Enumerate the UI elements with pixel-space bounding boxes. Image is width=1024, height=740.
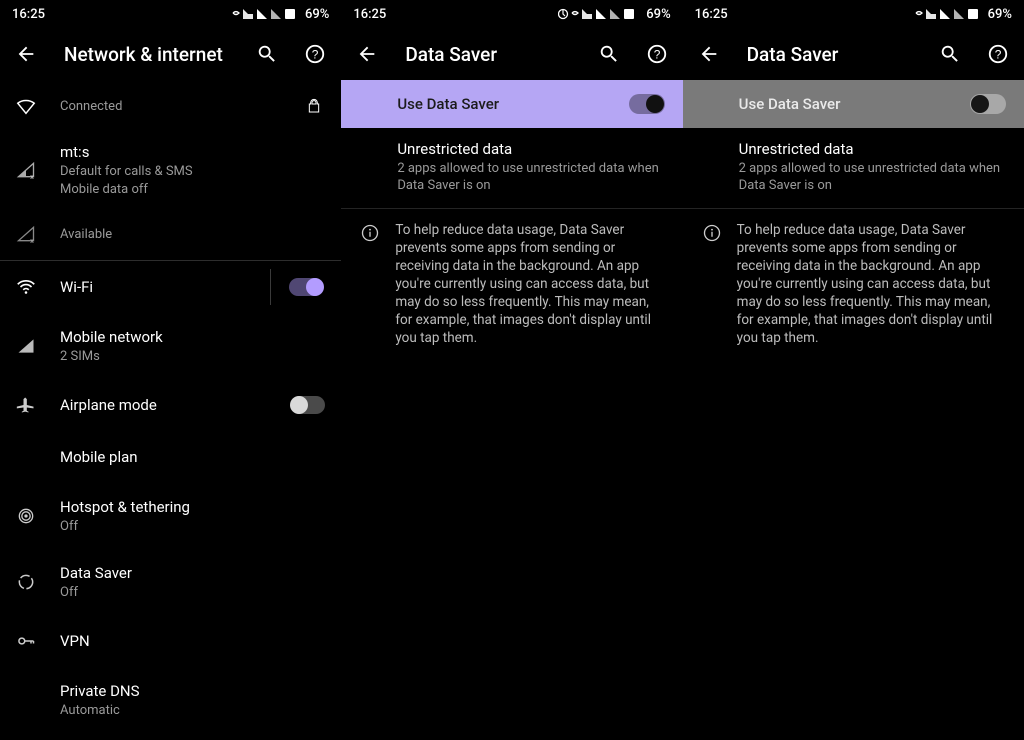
row-mobile-plan[interactable]: Mobile plan xyxy=(0,431,341,483)
dns-sub: Automatic xyxy=(60,702,325,719)
row-sim-available[interactable]: x Available xyxy=(0,208,341,260)
data-saver-icon xyxy=(14,570,38,594)
status-time: 16:25 xyxy=(695,7,728,22)
hotspot-label: Hotspot & tethering xyxy=(60,497,325,517)
help-icon[interactable]: ? xyxy=(984,40,1012,68)
blank-icon-2 xyxy=(14,688,38,712)
help-icon[interactable]: ? xyxy=(301,40,329,68)
airplane-icon xyxy=(14,393,38,417)
dns-label: Private DNS xyxy=(60,681,325,701)
page-title: Data Saver xyxy=(401,43,574,66)
lock-icon xyxy=(303,98,325,114)
data-saver-toggle[interactable] xyxy=(629,94,665,114)
help-icon[interactable]: ? xyxy=(643,40,671,68)
sim-name: mt:s xyxy=(60,142,325,162)
app-bar: Network & internet ? xyxy=(0,28,341,80)
row-wifi[interactable]: Wi-Fi xyxy=(0,261,270,313)
row-airplane[interactable]: Airplane mode xyxy=(0,379,341,431)
data-saver-master-toggle-row[interactable]: Use Data Saver xyxy=(683,80,1024,128)
unrestricted-sub: 2 apps allowed to use unrestricted data … xyxy=(397,160,664,194)
status-bar: 16:25 69% xyxy=(341,0,682,28)
airplane-toggle[interactable] xyxy=(291,396,325,414)
mobile-network-sub: 2 SIMs xyxy=(60,348,325,365)
search-icon[interactable] xyxy=(936,40,964,68)
sim-available-label: Available xyxy=(60,226,325,243)
signal-icon: x xyxy=(14,158,38,182)
row-sim-mts[interactable]: x mt:s Default for calls & SMS Mobile da… xyxy=(0,132,341,208)
use-data-saver-label: Use Data Saver xyxy=(739,95,841,113)
info-icon xyxy=(359,221,381,347)
panel-network-internet: 16:25 69% Network & internet ? xyxy=(0,0,341,740)
sim-sub1: Default for calls & SMS xyxy=(60,163,325,180)
row-vpn[interactable]: VPN xyxy=(0,615,341,667)
wifi-toggle[interactable] xyxy=(289,278,323,296)
search-icon[interactable] xyxy=(595,40,623,68)
cellular-icon xyxy=(14,334,38,358)
row-current-wifi[interactable]: Connected xyxy=(0,80,341,132)
status-battery: 69% xyxy=(646,7,670,22)
row-data-saver[interactable]: Data Saver Off xyxy=(0,549,341,615)
info-text: To help reduce data usage, Data Saver pr… xyxy=(737,221,1006,347)
data-saver-label: Data Saver xyxy=(60,563,325,583)
vpn-key-icon xyxy=(14,629,38,653)
data-saver-toggle[interactable] xyxy=(970,94,1006,114)
wifi-icon xyxy=(14,275,38,299)
data-saver-master-toggle-row[interactable]: Use Data Saver xyxy=(341,80,682,128)
status-bar: 16:25 69% xyxy=(0,0,341,28)
wifi-full-icon xyxy=(14,94,38,118)
wifi-connected-label: Connected xyxy=(60,98,281,115)
back-icon[interactable] xyxy=(695,40,723,68)
status-bar: 16:25 69% xyxy=(683,0,1024,28)
sim-sub2: Mobile data off xyxy=(60,181,325,198)
use-data-saver-label: Use Data Saver xyxy=(397,95,499,113)
app-bar: Data Saver ? xyxy=(341,28,682,80)
status-battery: 69% xyxy=(988,7,1012,22)
status-icons: 69% xyxy=(914,6,1012,22)
row-mobile-network[interactable]: Mobile network 2 SIMs xyxy=(0,313,341,379)
svg-text:x: x xyxy=(30,172,34,180)
status-battery: 69% xyxy=(305,7,329,22)
row-unrestricted-data[interactable]: Unrestricted data 2 apps allowed to use … xyxy=(683,128,1024,208)
info-text-row: To help reduce data usage, Data Saver pr… xyxy=(683,208,1024,361)
svg-text:?: ? xyxy=(312,48,319,62)
panel-data-saver-on: 16:25 69% Data Saver ? xyxy=(341,0,682,740)
info-text-row: To help reduce data usage, Data Saver pr… xyxy=(341,208,682,361)
row-unrestricted-data[interactable]: Unrestricted data 2 apps allowed to use … xyxy=(341,128,682,208)
signal-icon-2: x xyxy=(14,222,38,246)
svg-text:?: ? xyxy=(653,48,660,62)
mobile-network-label: Mobile network xyxy=(60,327,325,347)
hotspot-sub: Off xyxy=(60,518,325,535)
row-private-dns[interactable]: Private DNS Automatic xyxy=(0,667,341,733)
back-icon[interactable] xyxy=(12,40,40,68)
row-hotspot[interactable]: Hotspot & tethering Off xyxy=(0,483,341,549)
info-text: To help reduce data usage, Data Saver pr… xyxy=(395,221,664,347)
panel-data-saver-off: 16:25 69% Data Saver ? Us xyxy=(683,0,1024,740)
status-icons: 69% xyxy=(558,6,670,22)
app-bar: Data Saver ? xyxy=(683,28,1024,80)
search-icon[interactable] xyxy=(253,40,281,68)
svg-text:x: x xyxy=(30,236,34,244)
page-title: Data Saver xyxy=(743,43,916,66)
data-saver-sub: Off xyxy=(60,584,325,601)
svg-text:?: ? xyxy=(995,48,1002,62)
vpn-label: VPN xyxy=(60,631,325,651)
page-title: Network & internet xyxy=(60,43,233,66)
wifi-label: Wi-Fi xyxy=(60,277,254,297)
hotspot-icon xyxy=(14,504,38,528)
info-icon xyxy=(701,221,723,347)
airplane-label: Airplane mode xyxy=(60,395,269,415)
status-time: 16:25 xyxy=(353,7,386,22)
mobile-plan-label: Mobile plan xyxy=(60,447,325,467)
unrestricted-title: Unrestricted data xyxy=(739,140,1006,158)
status-icons: 69% xyxy=(231,6,329,22)
unrestricted-sub: 2 apps allowed to use unrestricted data … xyxy=(739,160,1006,194)
back-icon[interactable] xyxy=(353,40,381,68)
blank-icon xyxy=(14,445,38,469)
status-time: 16:25 xyxy=(12,7,45,22)
unrestricted-title: Unrestricted data xyxy=(397,140,664,158)
